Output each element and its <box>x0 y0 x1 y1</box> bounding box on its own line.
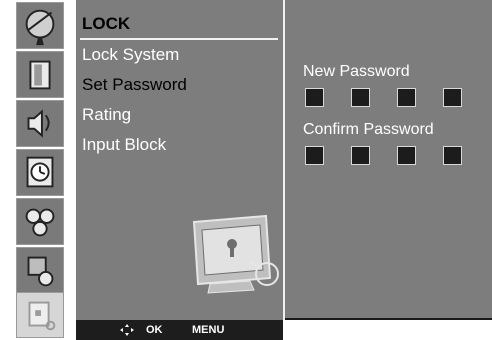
navigation-arrows-icon <box>120 324 134 336</box>
menu-hint: MENU <box>192 324 225 336</box>
menu-item-input-block[interactable]: Input Block <box>82 133 166 157</box>
confirm-password-digit-box[interactable] <box>305 146 324 165</box>
menu-item-set-password[interactable]: Set Password <box>82 73 187 97</box>
sound-speaker-icon[interactable] <box>16 100 64 147</box>
confirm-password-label: Confirm Password <box>303 121 434 138</box>
confirm-password-digit-box[interactable] <box>443 146 462 165</box>
ok-hint: OK <box>146 324 163 336</box>
station-antenna-icon[interactable] <box>16 2 64 49</box>
menu-item-rating[interactable]: Rating <box>82 103 131 127</box>
menu-item-lock-system[interactable]: Lock System <box>82 43 179 67</box>
confirm-password-digit-box[interactable] <box>351 146 370 165</box>
gears-icon[interactable] <box>16 198 64 245</box>
picture-icon[interactable] <box>16 51 64 98</box>
clock-icon[interactable] <box>16 149 64 196</box>
osd-screen: LOCK Lock System Set Password Rating Inp… <box>0 0 492 340</box>
menu-title: LOCK <box>82 14 131 33</box>
navigation-hint-bar: OK MENU <box>76 320 283 340</box>
tv-lock-illustration <box>192 214 279 294</box>
new-password-digit-box[interactable] <box>397 88 416 107</box>
lock-icon[interactable] <box>16 292 64 338</box>
title-divider <box>80 38 278 40</box>
lock-menu-panel: LOCK Lock System Set Password Rating Inp… <box>76 0 283 340</box>
category-icon-column <box>0 0 76 340</box>
new-password-digit-box[interactable] <box>351 88 370 107</box>
password-panel: New Password Confirm Password <box>285 0 492 320</box>
screen-settings-icon[interactable] <box>16 247 64 294</box>
confirm-password-digit-box[interactable] <box>397 146 416 165</box>
new-password-digit-box[interactable] <box>443 88 462 107</box>
new-password-digit-box[interactable] <box>305 88 324 107</box>
panel-bottom-edge <box>285 318 492 320</box>
new-password-label: New Password <box>303 63 410 80</box>
